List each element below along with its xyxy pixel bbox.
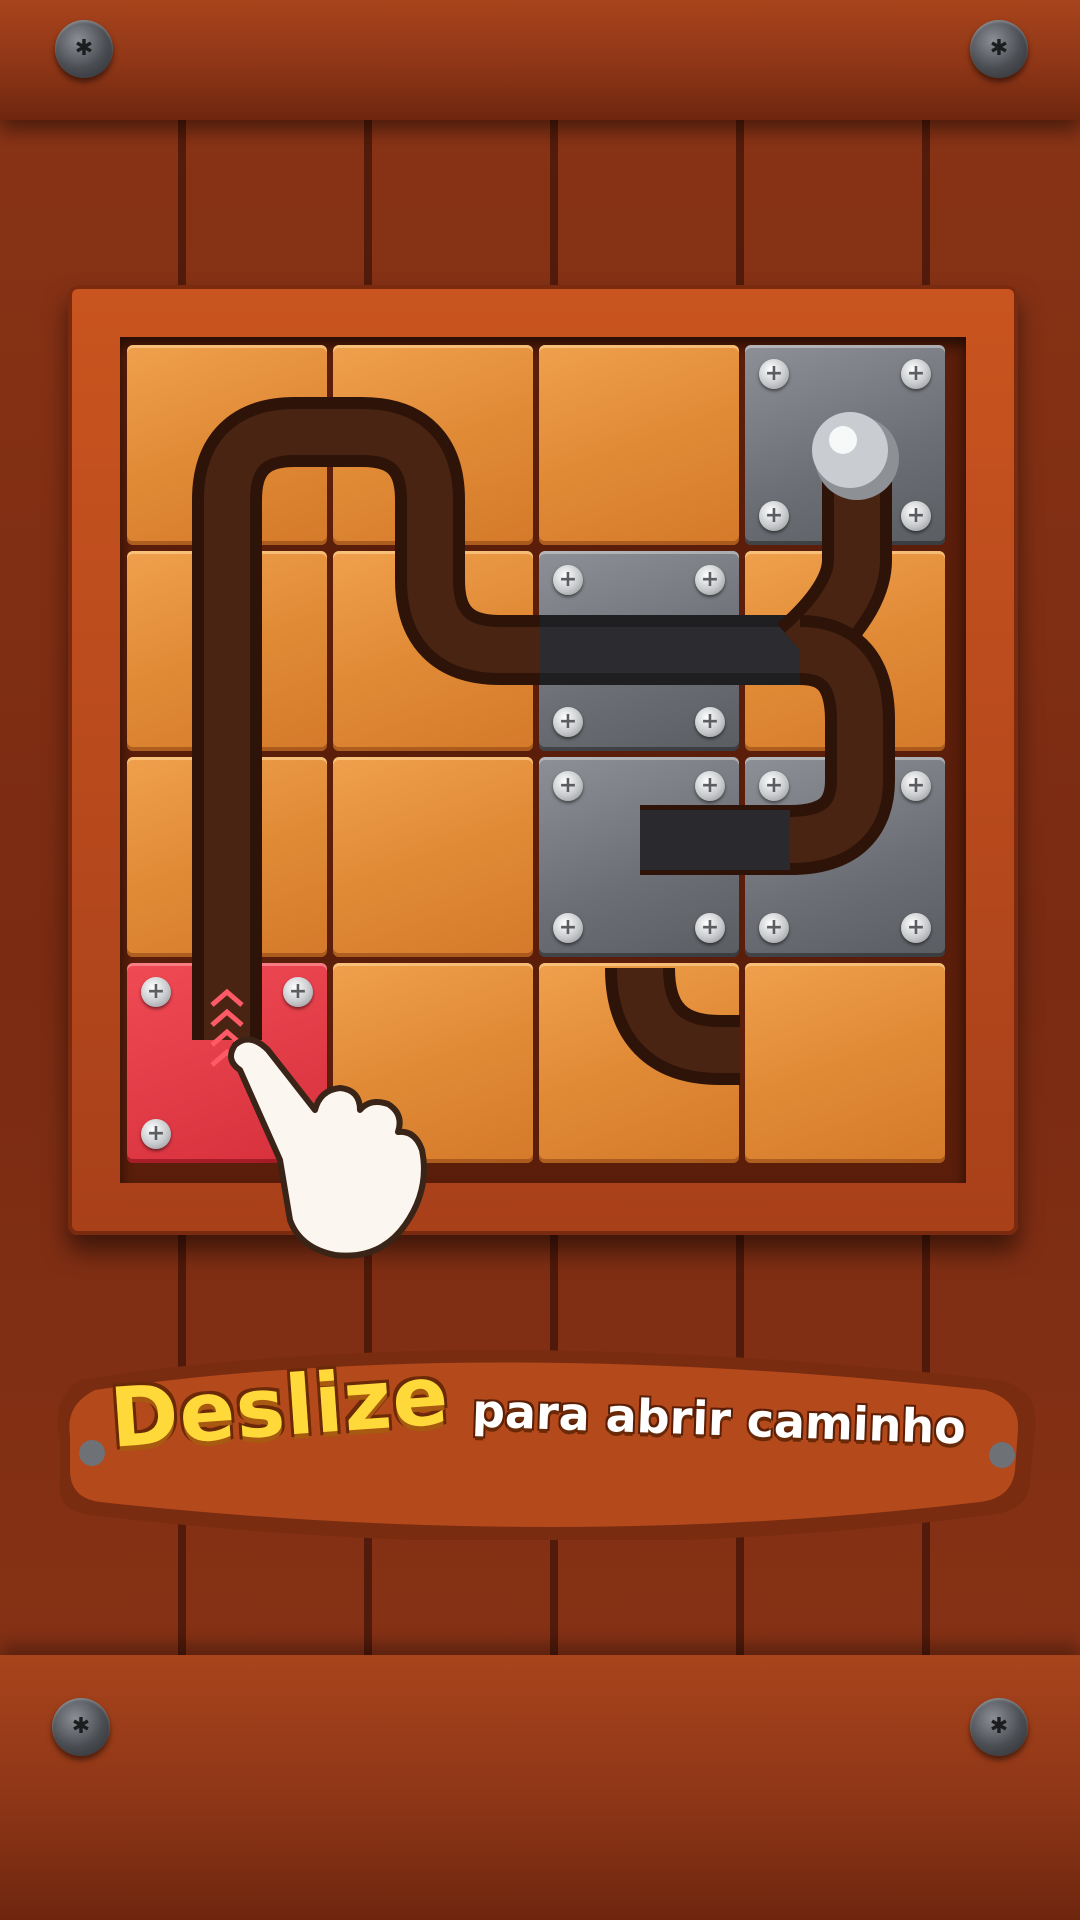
tutorial-banner-text: Deslize para abrir caminho	[107, 1348, 1010, 1480]
bolt-icon	[52, 1698, 110, 1756]
banner-highlight-text: Deslize	[107, 1348, 452, 1467]
bottom-beam	[0, 1655, 1080, 1920]
pipe-layer	[192, 397, 899, 1085]
banner-instruction-text: para abrir caminho	[471, 1383, 967, 1455]
pointing-hand-icon	[228, 1036, 427, 1259]
bolt-icon	[970, 1698, 1028, 1756]
